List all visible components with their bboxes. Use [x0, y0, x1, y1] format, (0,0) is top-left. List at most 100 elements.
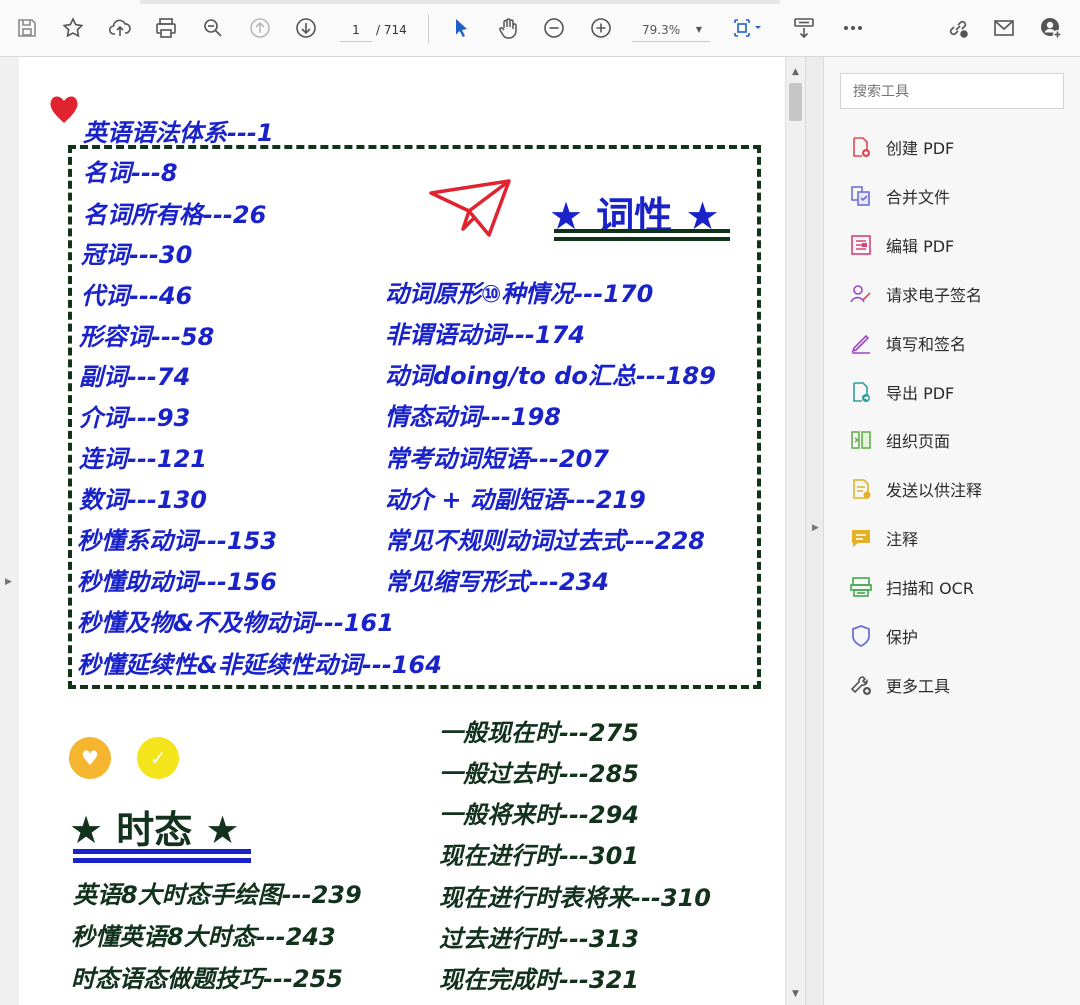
combine-files-icon: [848, 183, 874, 209]
tense-entry[interactable]: 现在进行时---301: [439, 836, 639, 871]
check-badge-icon: ✓: [137, 737, 179, 779]
zoom-out-icon[interactable]: [540, 14, 568, 42]
tense-entry[interactable]: 一般过去时---285: [439, 754, 639, 789]
scroll-mode-icon[interactable]: [790, 14, 818, 42]
tool-create-pdf[interactable]: 创建 PDF: [848, 132, 954, 162]
zoom-level-value: 79.3%: [642, 23, 681, 37]
pos-entry[interactable]: 名词---8: [83, 153, 178, 188]
save-icon[interactable]: [13, 14, 41, 42]
pos-entry[interactable]: 形容词---58: [79, 317, 214, 352]
shield-icon: [848, 623, 874, 649]
pos-entry[interactable]: 秒懂系动词---153: [77, 521, 277, 556]
title-underline: [73, 858, 251, 863]
more-options-icon[interactable]: [839, 14, 867, 42]
pos-entry[interactable]: 常考动词短语---207: [385, 439, 609, 474]
pos-entry[interactable]: 常见缩写形式---234: [385, 562, 609, 597]
share-link-icon[interactable]: [944, 14, 972, 42]
collapse-tools-panel-icon[interactable]: ▶: [812, 523, 819, 533]
tool-request-signature[interactable]: 请求电子签名: [848, 279, 982, 309]
more-tools-icon: [848, 672, 874, 698]
page-down-icon[interactable]: [292, 14, 320, 42]
heart-badge-icon: ♥: [69, 737, 111, 779]
tool-label: 注释: [886, 530, 919, 549]
pos-entry[interactable]: 情态动词---198: [385, 397, 561, 432]
tool-more-tools[interactable]: 更多工具: [848, 670, 950, 700]
document-scrollbar[interactable]: ▲ ▼: [785, 57, 805, 1005]
print-icon[interactable]: [152, 14, 180, 42]
tense-entry[interactable]: 秒懂英语8大时态---243: [71, 917, 336, 952]
pos-entry[interactable]: 非谓语动词---174: [385, 315, 585, 350]
expand-left-panel-icon[interactable]: ▶: [5, 577, 12, 587]
search-tools-input[interactable]: [840, 73, 1064, 109]
scrollbar-thumb[interactable]: [789, 83, 802, 121]
zoom-in-icon[interactable]: [587, 14, 615, 42]
pos-entry[interactable]: 冠词---30: [81, 235, 192, 270]
pos-entry[interactable]: 常见不规则动词过去式---228: [385, 521, 705, 556]
tool-label: 保护: [886, 628, 919, 647]
tool-fill-sign[interactable]: 填写和签名: [848, 328, 966, 358]
scan-ocr-icon: [848, 574, 874, 600]
bookmark-star-icon[interactable]: [59, 14, 87, 42]
pos-entry[interactable]: 动介 + 动副短语---219: [385, 480, 646, 515]
tense-entry[interactable]: 现在进行时表将来---310: [439, 878, 711, 913]
tool-label: 扫描和 OCR: [886, 579, 974, 598]
pos-entry[interactable]: 连词---121: [79, 439, 207, 474]
pos-entry[interactable]: 动词原形⑩种情况---170: [385, 274, 653, 309]
tense-entry[interactable]: 时态语态做题技巧---255: [71, 959, 343, 994]
left-panel-toggle-strip[interactable]: ▶: [0, 57, 19, 1005]
zoom-level-dropdown[interactable]: 79.3% ▼: [632, 18, 710, 42]
edit-pdf-icon: [848, 232, 874, 258]
tool-protect[interactable]: 保护: [848, 621, 918, 651]
tab-strip: [140, 0, 780, 4]
tool-label: 请求电子签名: [886, 286, 983, 305]
red-heart-icon: [50, 96, 78, 123]
title-underline: [554, 229, 730, 233]
tool-scan-ocr[interactable]: 扫描和 OCR: [848, 572, 974, 602]
tool-label: 编辑 PDF: [886, 237, 955, 256]
tense-entry[interactable]: 一般现在时---275: [439, 713, 639, 748]
add-user-icon[interactable]: [1037, 14, 1065, 42]
pos-entry[interactable]: 秒懂助动词---156: [77, 562, 277, 597]
top-toolbar: 1 / 714 79.3% ▼: [0, 0, 1080, 57]
chevron-down-icon: ▼: [695, 25, 702, 34]
page-number-input[interactable]: 1: [340, 18, 372, 42]
tool-label: 导出 PDF: [886, 384, 955, 403]
select-cursor-icon[interactable]: [447, 14, 475, 42]
tense-entry[interactable]: 过去进行时---313: [439, 919, 639, 954]
pos-entry[interactable]: 动词doing/to do汇总---189: [385, 356, 716, 391]
pos-entry[interactable]: 副词---74: [79, 357, 190, 392]
pos-entry[interactable]: 秒懂延续性&非延续性动词---164: [77, 645, 442, 680]
pos-entry[interactable]: 数词---130: [79, 480, 207, 515]
tense-entry[interactable]: 现在完成时---321: [439, 960, 639, 995]
hand-tool-icon[interactable]: [494, 14, 522, 42]
request-signature-icon: [848, 281, 874, 307]
pos-entry[interactable]: 代词---46: [81, 276, 192, 311]
tool-label: 填写和签名: [886, 335, 967, 354]
tool-export-pdf[interactable]: 导出 PDF: [848, 377, 954, 407]
scroll-up-arrow-icon[interactable]: ▲: [792, 67, 799, 77]
tool-comment[interactable]: 注释: [848, 523, 918, 553]
pos-entry[interactable]: 介词---93: [79, 398, 190, 433]
tools-panel: 创建 PDF 合并文件 编辑 PDF 请求电子签名 填写和签名 导出 PDF: [824, 57, 1080, 1005]
tools-panel-toggle-strip[interactable]: ▶: [805, 57, 824, 1005]
page-up-icon[interactable]: [246, 14, 274, 42]
toolbar-separator: [428, 14, 429, 44]
upload-cloud-icon[interactable]: [106, 14, 134, 42]
email-icon[interactable]: [990, 14, 1018, 42]
tool-organize-pages[interactable]: 组织页面: [848, 425, 950, 455]
page-fit-icon[interactable]: [728, 14, 768, 42]
tool-send-comments[interactable]: 发送以供注释: [848, 474, 982, 504]
fill-sign-icon: [848, 330, 874, 356]
tool-combine-files[interactable]: 合并文件: [848, 181, 950, 211]
tool-edit-pdf[interactable]: 编辑 PDF: [848, 230, 954, 260]
tool-label: 发送以供注释: [886, 481, 983, 500]
tense-entry[interactable]: 一般将来时---294: [439, 795, 639, 830]
pos-entry[interactable]: 秒懂及物&不及物动词---161: [77, 603, 394, 638]
tense-entry[interactable]: 英语8大时态手绘图---239: [73, 875, 362, 910]
paper-plane-icon: [429, 179, 511, 237]
scroll-down-arrow-icon[interactable]: ▼: [792, 989, 799, 999]
zoom-search-icon[interactable]: [199, 14, 227, 42]
pos-entry[interactable]: 名词所有格---26: [83, 195, 266, 230]
send-comments-icon: [848, 476, 874, 502]
heading-grammar-system: 英语语法体系---1: [83, 119, 274, 147]
